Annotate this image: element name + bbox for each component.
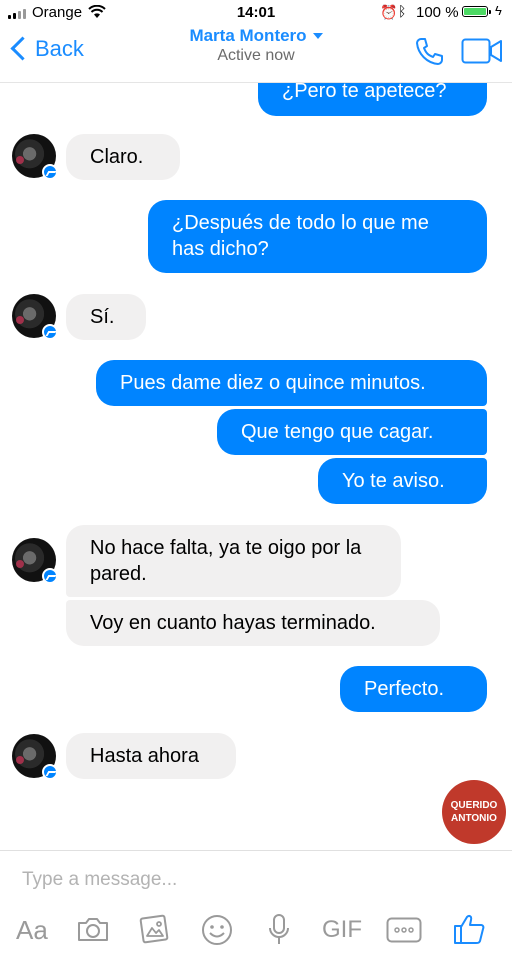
aa-icon[interactable]: Aa (16, 915, 48, 946)
video-call-icon[interactable] (461, 38, 503, 64)
charging-icon: ϟ (495, 3, 502, 18)
battery-percent: 100 % (416, 4, 459, 21)
battery-icon (462, 6, 491, 17)
gif-icon[interactable]: GIF (322, 916, 362, 944)
gallery-icon[interactable] (138, 913, 172, 945)
message-outgoing[interactable]: Yo te aviso. (318, 458, 487, 504)
caret-down-icon (312, 33, 323, 39)
messenger-badge-icon (42, 764, 58, 780)
avatar[interactable] (12, 734, 58, 780)
composer: Aa GIF (0, 850, 512, 961)
messenger-badge-icon (42, 324, 58, 340)
more-icon[interactable] (386, 917, 422, 943)
like-icon[interactable] (452, 913, 486, 945)
messenger-badge-icon (42, 164, 58, 180)
alarm-icon: ⏰ (380, 4, 398, 20)
message-outgoing[interactable]: ¿Pero te apetece? (258, 82, 487, 116)
message-incoming[interactable]: No hace falta, ya te oigo por la pared. (66, 525, 401, 597)
chat-header: Back Marta Montero Active now (0, 26, 512, 83)
bluetooth-icon: ᛒ (398, 3, 407, 19)
microphone-icon[interactable] (266, 913, 292, 947)
message-incoming[interactable]: Hasta ahora (66, 733, 236, 779)
camera-icon[interactable] (76, 915, 110, 943)
message-outgoing[interactable]: Que tengo que cagar. (217, 409, 487, 455)
avatar[interactable] (12, 538, 58, 584)
message-incoming[interactable]: Voy en cuanto hayas terminado. (66, 600, 440, 646)
message-list[interactable]: ¿Pero te apetece? Claro. ¿Después de tod… (0, 82, 512, 850)
phone-icon[interactable] (414, 36, 444, 66)
message-outgoing[interactable]: Pues dame diez o quince minutos. (96, 360, 487, 406)
composer-toolbar: Aa GIF (0, 913, 512, 953)
messenger-badge-icon (42, 568, 58, 584)
watermark-text: QUERIDO ANTONIO (450, 800, 498, 824)
message-outgoing[interactable]: ¿Después de todo lo que me has dicho? (148, 200, 487, 273)
emoji-icon[interactable] (201, 914, 233, 946)
status-bar: Orange 14:01 ⏰ ᛒ 100 % ϟ (0, 0, 512, 26)
message-incoming[interactable]: Claro. (66, 134, 180, 180)
watermark-logo: QUERIDO ANTONIO (442, 780, 506, 844)
avatar[interactable] (12, 294, 58, 340)
contact-name-text: Marta Montero (189, 26, 307, 45)
avatar[interactable] (12, 134, 58, 180)
message-input[interactable] (22, 867, 492, 893)
message-incoming[interactable]: Sí. (66, 294, 146, 340)
message-outgoing[interactable]: Perfecto. (340, 666, 487, 712)
